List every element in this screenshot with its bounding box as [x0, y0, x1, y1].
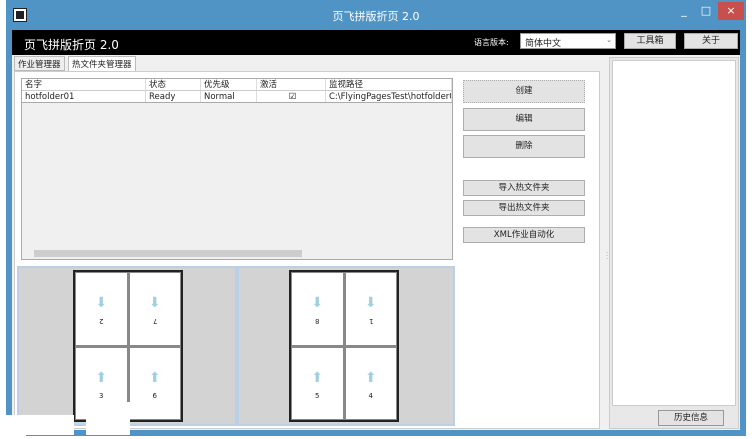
edit-button[interactable]: 编辑	[463, 108, 585, 131]
chevron-down-icon: ⌄	[606, 36, 612, 44]
history-panel: 历史信息	[609, 57, 739, 429]
hotfolder-table: 名字 状态 优先级 激活 监视路径 hotfolder01 Ready Norm…	[21, 78, 453, 260]
arrow-down-icon: ⬇	[148, 295, 161, 311]
minimize-button[interactable]: _	[674, 2, 694, 20]
preview-back: ⬇ 8 ⬇ 1 ⬆ 5 ⬆ 4	[239, 268, 455, 424]
arrow-up-icon: ⬆	[95, 369, 108, 386]
tab-job-manager[interactable]: 作业管理器	[14, 56, 65, 71]
page-6: ⬆ 6	[129, 347, 180, 419]
preview-front: ⬇ 2 ⬇ 7 ⬆ 3 ⬆ 6	[19, 268, 235, 424]
page-5: ⬆ 5	[292, 347, 343, 419]
import-hotfolder-button[interactable]: 导入热文件夹	[463, 180, 585, 196]
blank-region	[24, 415, 74, 435]
arrow-up-icon: ⬆	[148, 369, 161, 386]
arrow-up-icon: ⬆	[364, 369, 377, 386]
sheet-front: ⬇ 2 ⬇ 7 ⬆ 3 ⬆ 6	[73, 270, 183, 422]
app-header: 页飞拼版折页 2.0 语言版本: 简体中文 ⌄ 工具箱 关于	[12, 30, 740, 55]
sheet-back: ⬇ 8 ⬇ 1 ⬆ 5 ⬆ 4	[289, 270, 399, 422]
hotfolder-panel: 名字 状态 优先级 激活 监视路径 hotfolder01 Ready Norm…	[14, 71, 608, 429]
close-button[interactable]: ×	[718, 2, 744, 20]
about-button[interactable]: 关于	[684, 33, 738, 49]
maximize-button[interactable]: □	[696, 2, 716, 20]
toolbox-button[interactable]: 工具箱	[624, 33, 676, 49]
column-status[interactable]: 状态	[146, 79, 201, 90]
cell-name: hotfolder01	[22, 91, 146, 102]
export-hotfolder-button[interactable]: 导出热文件夹	[463, 200, 585, 216]
active-checkbox[interactable]: ☑	[257, 91, 326, 102]
cell-path: C:\FlyingPagesTest\hotfolder01	[326, 91, 452, 102]
title-bar: 页飞拼版折页 2.0 _ □ ×	[6, 0, 746, 30]
imposition-preview: ⬇ 2 ⬇ 7 ⬆ 3 ⬆ 6 ⬇ 8 ⬇ 1 ⬆ 5 ⬆ 4	[17, 266, 455, 426]
column-name[interactable]: 名字	[22, 79, 146, 90]
page-2: ⬇ 2	[76, 273, 127, 345]
horizontal-scrollbar[interactable]	[22, 247, 452, 259]
create-button[interactable]: 创建	[463, 80, 585, 103]
arrow-down-icon: ⬇	[95, 295, 108, 311]
language-value: 简体中文	[525, 39, 562, 49]
page-7: ⬇ 7	[129, 273, 180, 345]
column-priority[interactable]: 优先级	[201, 79, 257, 90]
delete-button[interactable]: 删除	[463, 135, 585, 158]
tab-hotfolder-manager[interactable]: 热文件夹管理器	[68, 56, 136, 72]
page-8: ⬇ 8	[292, 273, 343, 345]
cell-priority: Normal	[201, 91, 257, 102]
language-label: 语言版本:	[474, 38, 509, 47]
blank-region	[86, 402, 130, 435]
window-title: 页飞拼版折页 2.0	[332, 10, 420, 23]
column-active[interactable]: 激活	[257, 79, 326, 90]
table-header: 名字 状态 优先级 激活 监视路径	[22, 79, 452, 91]
app-window: 页飞拼版折页 2.0 _ □ × 页飞拼版折页 2.0 语言版本: 简体中文 ⌄ …	[6, 0, 746, 436]
table-row[interactable]: hotfolder01 Ready Normal ☑ C:\FlyingPage…	[22, 91, 452, 103]
blank-region	[0, 415, 26, 439]
splitter-handle[interactable]: · · ·	[606, 250, 608, 263]
language-select[interactable]: 简体中文 ⌄	[520, 33, 616, 49]
history-list	[612, 60, 736, 406]
arrow-down-icon: ⬇	[311, 295, 324, 311]
history-button[interactable]: 历史信息	[658, 410, 724, 426]
cell-status: Ready	[146, 91, 201, 102]
page-4: ⬆ 4	[345, 347, 396, 419]
column-path[interactable]: 监视路径	[326, 79, 452, 90]
xml-automation-button[interactable]: XML作业自动化	[463, 227, 585, 243]
scrollbar-thumb[interactable]	[34, 250, 302, 257]
arrow-down-icon: ⬇	[364, 295, 377, 311]
main-body: 作业管理器 热文件夹管理器 名字 状态 优先级 激活 监视路径 hotfolde…	[12, 55, 740, 430]
arrow-up-icon: ⬆	[311, 369, 324, 386]
app-title: 页飞拼版折页 2.0	[24, 38, 119, 52]
page-1: ⬇ 1	[345, 273, 396, 345]
